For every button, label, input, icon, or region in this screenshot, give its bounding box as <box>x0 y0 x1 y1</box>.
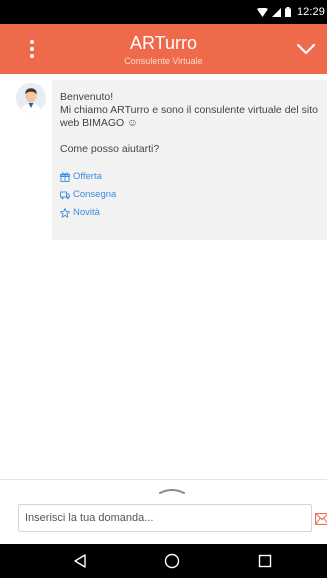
more-options-button[interactable] <box>26 38 38 60</box>
truck-icon <box>60 191 70 200</box>
clock: 12:29 <box>296 6 325 18</box>
menu-dot <box>30 47 34 51</box>
gift-icon <box>60 172 70 182</box>
home-button[interactable] <box>163 552 181 570</box>
quick-reply-consegna[interactable]: Consegna <box>60 188 319 202</box>
recent-apps-button[interactable] <box>256 552 274 570</box>
quick-reply-offerta[interactable]: Offerta <box>60 170 319 184</box>
quick-reply-label: Offerta <box>73 171 102 182</box>
battery-icon <box>284 7 291 17</box>
question-text: Come posso aiutarti? <box>60 143 160 155</box>
bot-avatar-icon <box>16 83 46 113</box>
back-icon <box>74 554 86 568</box>
menu-dot <box>30 54 34 58</box>
header-titles: ARTurro Consulente Virtuale <box>80 32 247 67</box>
status-icons: 12:29 <box>256 6 325 18</box>
question-input[interactable] <box>18 504 312 532</box>
avatar <box>16 83 46 113</box>
composer <box>0 504 327 534</box>
chevron-down-icon <box>296 43 316 55</box>
menu-dot <box>30 40 34 44</box>
message-bubble: Benvenuto! Mi chiamo ARTurro e sono il c… <box>52 80 327 240</box>
send-button[interactable] <box>315 512 327 525</box>
drawer-handle-area[interactable] <box>0 479 327 501</box>
home-icon <box>164 553 180 569</box>
quick-reply-label: Consegna <box>73 189 117 200</box>
quick-reply-novita[interactable]: Novità <box>60 206 319 220</box>
recent-apps-icon <box>258 554 272 568</box>
quick-reply-label: Novità <box>73 207 100 218</box>
system-nav-bar <box>0 544 327 578</box>
app-subtitle: Consulente Virtuale <box>124 56 203 66</box>
signal-icon <box>271 7 281 17</box>
envelope-icon <box>315 513 327 525</box>
status-bar: 12:29 <box>0 0 327 24</box>
app-title: ARTurro <box>129 33 198 53</box>
wifi-icon <box>256 7 268 17</box>
greeting-text: Benvenuto! <box>60 91 114 103</box>
drag-handle-icon[interactable] <box>158 487 186 495</box>
back-button[interactable] <box>71 552 89 570</box>
star-icon <box>60 208 70 218</box>
intro-text: Mi chiamo ARTurro e sono il consulente v… <box>60 104 318 129</box>
app-header: ARTurro Consulente Virtuale <box>0 24 327 74</box>
collapse-button[interactable] <box>295 39 317 59</box>
quick-replies: Offerta Consegna Novità <box>60 170 319 220</box>
